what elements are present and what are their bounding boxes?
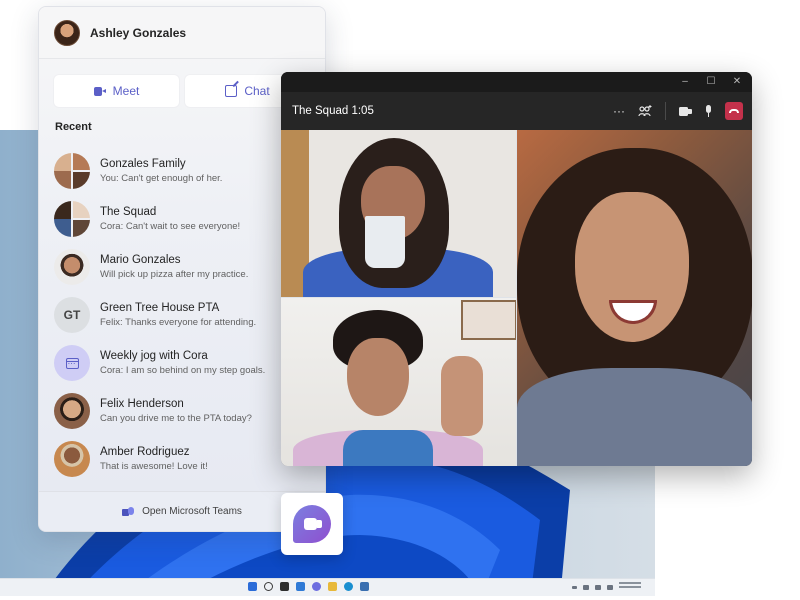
chat-name: The Squad: [100, 206, 157, 218]
chat-name: Mario Gonzales: [100, 254, 181, 266]
window-titlebar: – ☐ ✕: [281, 72, 752, 92]
meet-label: Meet: [112, 84, 140, 98]
chat-name: Gonzales Family: [100, 158, 186, 170]
contact-avatar: [54, 441, 90, 477]
chat-preview: Can you drive me to the PTA today?: [100, 413, 252, 424]
flyout-header: Ashley Gonzales: [39, 7, 325, 59]
maximize-button[interactable]: ☐: [706, 77, 716, 87]
chat-name: Amber Rodriguez: [100, 446, 190, 458]
participant-video-man-waving[interactable]: [281, 298, 516, 466]
call-title: The Squad 1:05: [292, 105, 374, 117]
group-avatar: [54, 153, 90, 189]
person-face: [347, 338, 409, 416]
contact-avatar: [54, 249, 90, 285]
chat-label: Chat: [244, 84, 270, 98]
clock[interactable]: [619, 582, 641, 592]
participant-video-woman-coffee[interactable]: [281, 130, 516, 297]
start-icon[interactable]: [248, 582, 257, 591]
user-avatar[interactable]: [54, 19, 80, 46]
chevron-up-icon[interactable]: [572, 585, 577, 589]
wall-frame: [461, 300, 516, 340]
chat-name: Green Tree House PTA: [100, 302, 220, 314]
mic-toggle-button[interactable]: [705, 105, 712, 117]
chat-preview: Cora: I am so behind on my step goals.: [100, 365, 266, 376]
people-add-icon: [638, 105, 652, 117]
participants-button[interactable]: [638, 105, 652, 117]
volume-icon[interactable]: [595, 584, 601, 590]
waving-hand: [441, 356, 483, 436]
chat-icon[interactable]: [312, 582, 321, 591]
meet-button[interactable]: Meet: [54, 75, 179, 107]
chat-preview: Felix: Thanks everyone for attending.: [100, 317, 257, 328]
toolbar-divider: [665, 102, 666, 120]
task-view-icon[interactable]: [280, 582, 289, 591]
mic-icon: [705, 105, 712, 117]
hangup-icon: [729, 109, 739, 113]
chat-name: Felix Henderson: [100, 398, 184, 410]
compose-icon: [225, 85, 238, 97]
participant-video-woman-laughing[interactable]: [517, 130, 752, 466]
video-camera-icon: [303, 518, 322, 530]
coffee-mug: [365, 216, 405, 268]
chat-preview: Will pick up pizza after my practice.: [100, 269, 249, 280]
minimize-button[interactable]: –: [680, 77, 690, 87]
chat-preview: That is awesome! Love it!: [100, 461, 208, 472]
person-shirt: [343, 430, 433, 466]
call-toolbar: The Squad 1:05 ···: [281, 92, 752, 130]
taskbar-pinned-icons: [248, 582, 369, 591]
open-teams-label: Open Microsoft Teams: [142, 506, 242, 517]
contact-avatar: [54, 393, 90, 429]
video-icon: [679, 106, 692, 116]
widgets-icon[interactable]: [296, 582, 305, 591]
taskbar: [0, 578, 655, 596]
more-options-button[interactable]: ···: [613, 104, 625, 118]
edge-icon[interactable]: [344, 582, 353, 591]
wifi-icon[interactable]: [583, 584, 589, 590]
camera-toggle-button[interactable]: [679, 106, 692, 116]
search-icon[interactable]: [264, 582, 273, 591]
meeting-avatar: [54, 345, 90, 381]
close-button[interactable]: ✕: [732, 77, 742, 87]
teams-chat-app-tile[interactable]: [281, 493, 343, 555]
call-controls: ···: [613, 102, 743, 120]
call-window: – ☐ ✕ The Squad 1:05 ···: [281, 72, 752, 466]
battery-icon[interactable]: [607, 584, 613, 590]
file-explorer-icon[interactable]: [328, 582, 337, 591]
user-name: Ashley Gonzales: [90, 25, 187, 40]
calendar-icon: [65, 357, 79, 369]
video-camera-icon: [93, 86, 106, 96]
teams-logo-icon: [122, 506, 135, 517]
chat-preview: You: Can't get enough of her.: [100, 173, 223, 184]
chat-preview: Cora: Can't wait to see everyone!: [100, 221, 241, 232]
chat-name: Weekly jog with Cora: [100, 350, 208, 362]
store-icon[interactable]: [360, 582, 369, 591]
hang-up-button[interactable]: [725, 102, 743, 120]
teams-chat-bubble-icon: [293, 505, 331, 543]
initials-avatar: GT: [54, 297, 90, 333]
person-body: [517, 368, 752, 466]
video-grid: [281, 130, 752, 466]
group-avatar: [54, 201, 90, 237]
system-tray: [572, 582, 641, 592]
